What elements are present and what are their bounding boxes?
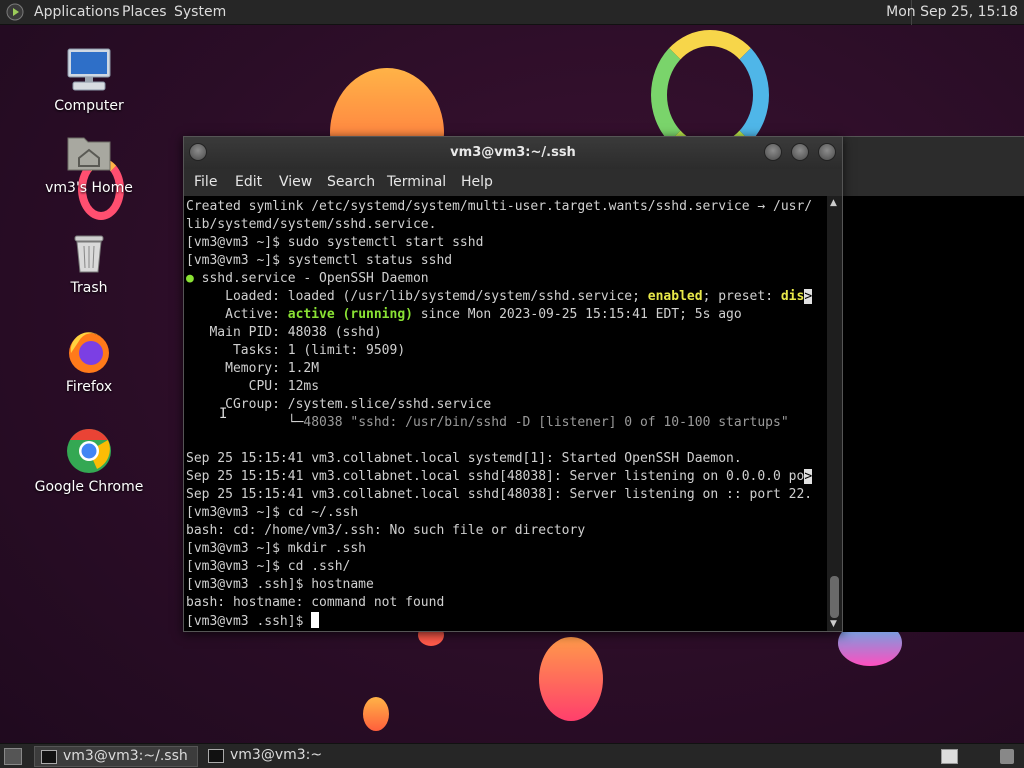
- show-desktop-icon[interactable]: [4, 748, 22, 765]
- desktop-icon-label: Google Chrome: [34, 479, 144, 495]
- terminal-line: [vm3@vm3 ~]$ mkdir .ssh: [186, 541, 367, 556]
- terminal-line: [vm3@vm3 ~]$ systemctl status sshd: [186, 253, 453, 268]
- terminal-prompt-line[interactable]: [vm3@vm3 .ssh]$: [186, 612, 825, 630]
- maximize-button[interactable]: [791, 143, 809, 161]
- terminal-line: [vm3@vm3 ~]$ cd ~/.ssh: [186, 505, 359, 520]
- terminal-line: Loaded: loaded (/usr/lib/systemd/system/…: [186, 289, 813, 304]
- clock[interactable]: Mon Sep 25, 15:18: [886, 4, 1018, 20]
- terminal-line: ● sshd.service - OpenSSH Daemon: [186, 271, 429, 286]
- menu-search[interactable]: Search: [327, 174, 375, 190]
- terminal-line: Sep 25 15:15:41 vm3.collabnet.local sshd…: [186, 487, 813, 502]
- desktop-icon-home[interactable]: vm3's Home: [34, 128, 144, 196]
- taskbar-item[interactable]: vm3@vm3:~: [202, 746, 366, 767]
- terminal-line: CPU: 12ms: [186, 379, 320, 394]
- terminal-line: Tasks: 1 (limit: 9509): [186, 343, 406, 358]
- chrome-icon: [67, 429, 111, 473]
- applications-menu-icon[interactable]: [6, 3, 24, 21]
- vertical-scrollbar[interactable]: ▲ ▼: [827, 196, 842, 631]
- terminal-line: Main PID: 48038 (sshd): [186, 325, 382, 340]
- status-dot-icon: ●: [186, 271, 194, 286]
- terminal-line: Sep 25 15:15:41 vm3.collabnet.local sshd…: [186, 469, 813, 484]
- terminal-line: bash: hostname: command not found: [186, 595, 445, 610]
- terminal-line: CGroup: /system.slice/sshd.service: [186, 397, 492, 412]
- terminal-line: lib/systemd/system/sshd.service.: [186, 217, 437, 232]
- bottom-panel: vm3@vm3:~/.ssh vm3@vm3:~: [0, 743, 1024, 768]
- trash-icon: [74, 235, 104, 273]
- trash-applet-icon[interactable]: [1000, 749, 1014, 764]
- terminal-line: [vm3@vm3 ~]$ cd .ssh/: [186, 559, 351, 574]
- scrollbar-thumb[interactable]: [830, 576, 839, 618]
- desktop-icon-label: Firefox: [65, 379, 113, 395]
- taskbar-item-label: vm3@vm3:~: [230, 747, 323, 763]
- small-orange-balloon-decoration: [363, 697, 389, 731]
- desktop-icon-chrome[interactable]: Google Chrome: [34, 427, 144, 495]
- menu-help[interactable]: Help: [461, 174, 493, 190]
- menu-system[interactable]: System: [174, 4, 226, 20]
- terminal-line: bash: cd: /home/vm3/.ssh: No such file o…: [186, 523, 586, 538]
- close-button[interactable]: [818, 143, 836, 161]
- menu-view[interactable]: View: [279, 174, 312, 190]
- terminal-icon: [208, 749, 224, 763]
- taskbar-item-active[interactable]: vm3@vm3:~/.ssh: [34, 746, 198, 767]
- menu-terminal[interactable]: Terminal: [387, 174, 446, 190]
- top-panel: Applications Places System Mon Sep 25, 1…: [0, 0, 1024, 25]
- window-title: vm3@vm3:~/.ssh: [450, 145, 576, 160]
- terminal-line: Memory: 1.2M: [186, 361, 320, 376]
- terminal-output[interactable]: Created symlink /etc/systemd/system/mult…: [184, 196, 825, 631]
- terminal-line: Created symlink /etc/systemd/system/mult…: [186, 199, 813, 214]
- computer-icon: [67, 48, 111, 91]
- window-titlebar[interactable]: vm3@vm3:~/.ssh: [184, 137, 842, 169]
- terminal-line: └─48038 "sshd: /usr/bin/sshd -D [listene…: [186, 415, 789, 430]
- terminal-icon: [41, 750, 57, 764]
- terminal-line: Active: active (running) since Mon 2023-…: [186, 307, 742, 322]
- desktop-icon-trash[interactable]: Trash: [34, 228, 144, 296]
- workspace-switcher[interactable]: [941, 749, 958, 764]
- background-terminal-window[interactable]: [838, 136, 1024, 632]
- pink-balloon-decoration: [539, 637, 603, 721]
- truncation-marker: >: [804, 469, 813, 484]
- desktop-icon-computer[interactable]: Computer: [34, 46, 144, 114]
- desktop-icon-label: vm3's Home: [45, 180, 133, 196]
- menu-file[interactable]: File: [194, 174, 217, 190]
- terminal-menubar: File Edit View Search Terminal Help: [184, 169, 842, 196]
- minimize-button[interactable]: [764, 143, 782, 161]
- terminal-line: [vm3@vm3 ~]$ sudo systemctl start sshd: [186, 235, 484, 250]
- desktop-icon-firefox[interactable]: Firefox: [34, 327, 144, 395]
- menu-edit[interactable]: Edit: [235, 174, 262, 190]
- desktop-icon-label: Computer: [54, 98, 124, 114]
- terminal-line: Sep 25 15:15:41 vm3.collabnet.local syst…: [186, 451, 742, 466]
- mouse-text-cursor-icon: I: [219, 406, 228, 422]
- terminal-window[interactable]: vm3@vm3:~/.ssh File Edit View Search Ter…: [183, 136, 843, 632]
- scroll-up-arrow-icon[interactable]: ▲: [830, 198, 837, 208]
- truncation-marker: >: [804, 289, 813, 304]
- firefox-icon: [69, 332, 109, 373]
- terminal-line: [vm3@vm3 .ssh]$ hostname: [186, 577, 374, 592]
- taskbar-item-label: vm3@vm3:~/.ssh: [63, 748, 188, 764]
- menu-places[interactable]: Places: [122, 4, 167, 20]
- background-window-titlebar[interactable]: [838, 137, 1024, 196]
- text-cursor: [311, 612, 320, 628]
- desktop-icon-label: Trash: [70, 280, 108, 296]
- menu-applications[interactable]: Applications: [34, 4, 120, 20]
- home-folder-icon: [67, 137, 111, 171]
- scroll-down-arrow-icon[interactable]: ▼: [830, 619, 837, 629]
